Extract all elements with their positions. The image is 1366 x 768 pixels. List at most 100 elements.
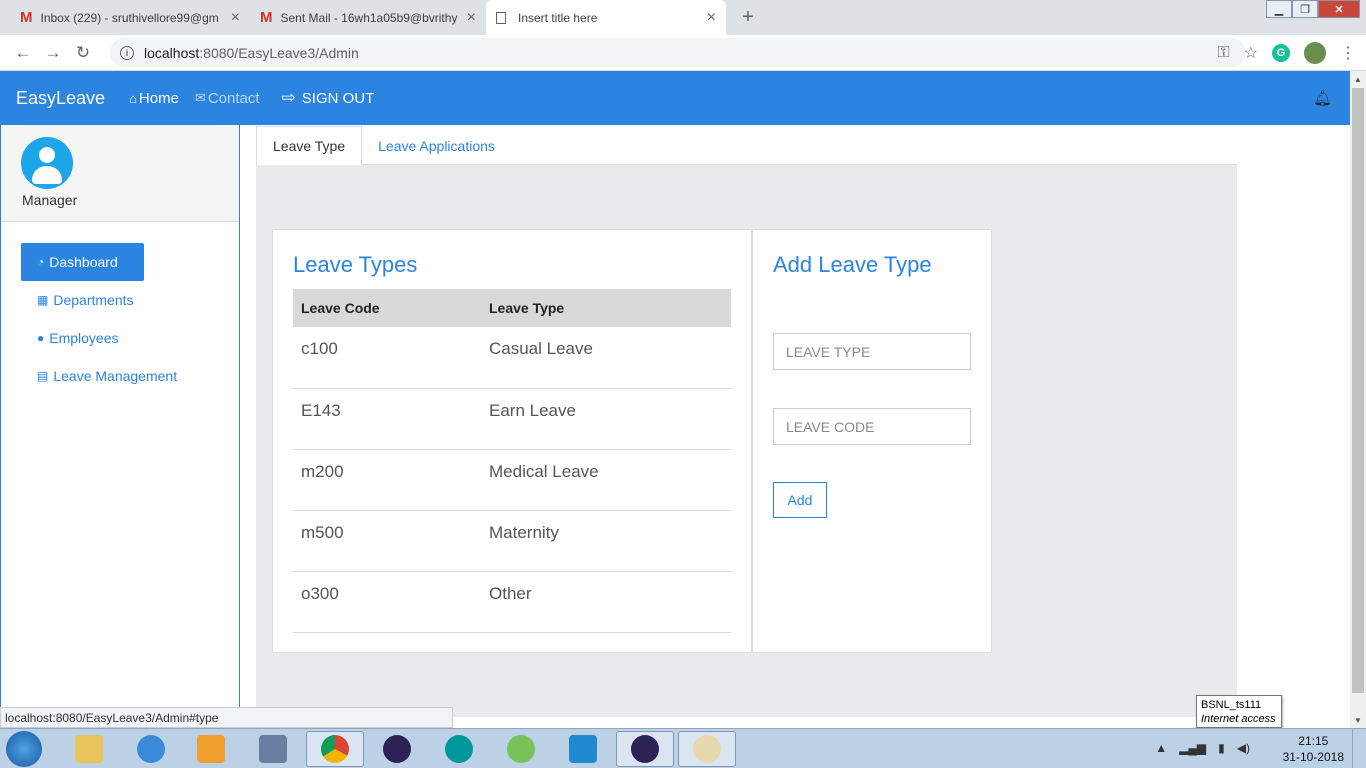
info-icon[interactable]: i (120, 45, 134, 60)
avatar-body (32, 166, 62, 184)
key-icon[interactable]: ⚿ (1217, 44, 1229, 62)
url-path: :8080/EasyLeave3/Admin (199, 44, 359, 61)
taskbar-paint[interactable] (678, 731, 736, 767)
taskbar-android-studio[interactable] (492, 731, 550, 767)
folder-icon (75, 735, 103, 763)
sidebar-item-leave-management[interactable]: ▤ Leave Management (21, 357, 193, 395)
leave-code-input[interactable] (773, 408, 971, 445)
nav-contact-label: Contact (207, 89, 260, 107)
add-button[interactable]: Add (773, 482, 827, 518)
nav-contact[interactable]: ✉ Contact (195, 90, 260, 107)
table-header-row: Leave Code Leave Type (293, 289, 731, 327)
back-icon[interactable]: ← (8, 43, 38, 63)
chrome-icon (321, 735, 349, 763)
sidebar-menu: ◔ Dashboard ▦ Departments ● Employees ▤ … (21, 243, 193, 395)
show-desktop-button[interactable] (1352, 729, 1366, 768)
leave-types-table: Leave Code Leave Type c100 Casual Leave … (293, 289, 731, 633)
taskbar-network[interactable] (244, 731, 302, 767)
taskbar-vscode[interactable] (554, 731, 612, 767)
forward-icon[interactable]: → (38, 43, 68, 63)
gmail-icon: M (260, 9, 273, 26)
browser-tab-sent[interactable]: M Sent Mail - 16wh1a05b9@bvrithy × (250, 0, 486, 35)
column-header: Leave Type (481, 289, 731, 327)
app-navbar: EasyLeave ⌂ Home ✉ Contact ⇨ SIGN OUT 🔔︎ (0, 71, 1350, 125)
signal-icon[interactable]: ▂▄▆ (1179, 741, 1206, 755)
maximize-button[interactable]: ❐ (1292, 0, 1318, 18)
reload-icon[interactable]: ↻ (68, 43, 98, 63)
leave-type-input[interactable] (773, 333, 971, 370)
leave-type-cell: Maternity (481, 510, 731, 572)
home-icon: ⌂ (129, 90, 137, 106)
close-icon[interactable]: × (707, 9, 716, 27)
add-leave-type-title: Add Leave Type (773, 252, 932, 277)
sidebar: Manager ◔ Dashboard ▦ Departments ● Empl… (0, 125, 240, 710)
url-host: localhost (144, 44, 200, 61)
sidebar-item-departments[interactable]: ▦ Departments (21, 281, 193, 319)
browser-tab-current[interactable]: Insert title here × (486, 0, 726, 35)
sidebar-item-dashboard[interactable]: ◔ Dashboard (21, 243, 144, 281)
page-scrollbar[interactable]: ▲ ▼ (1350, 71, 1366, 728)
user-icon: ● (37, 331, 45, 345)
nav-signout[interactable]: ⇨ SIGN OUT (282, 88, 375, 108)
tab-title: Inbox (229) - sruthivellore99@gm (40, 10, 219, 25)
sidebar-item-label: Leave Management (53, 368, 178, 384)
page-icon (496, 11, 506, 24)
leave-code-cell: E143 (293, 388, 481, 450)
taskbar-explorer[interactable] (60, 731, 118, 767)
profile-avatar[interactable] (1304, 42, 1326, 64)
new-tab-button[interactable]: + (734, 4, 762, 30)
nav-home[interactable]: ⌂ Home (129, 90, 179, 107)
address-bar[interactable]: i localhost:8080/EasyLeave3/Admin (110, 38, 1246, 67)
clock-time: 21:15 (1298, 734, 1329, 748)
brand[interactable]: EasyLeave (16, 88, 105, 109)
avatar (21, 137, 73, 189)
scroll-down-icon[interactable]: ▼ (1350, 712, 1366, 728)
leave-code-cell: c100 (293, 327, 481, 389)
table-row: m500 Maternity (293, 510, 731, 572)
leave-code-cell: m500 (293, 510, 481, 572)
taskbar-media[interactable] (182, 731, 240, 767)
leave-type-cell: Casual Leave (481, 327, 731, 389)
clock[interactable]: 21:15 31-10-2018 (1283, 733, 1344, 765)
taskbar-eclipse-2[interactable] (616, 731, 674, 767)
profile-panel: Manager (1, 125, 239, 222)
window-close-button[interactable]: ✕ (1318, 0, 1360, 18)
scrollbar-thumb[interactable] (1352, 88, 1364, 693)
battery-icon[interactable]: ▮ (1218, 741, 1225, 755)
sidebar-item-label: Departments (53, 292, 134, 308)
grid-icon: ▦ (37, 293, 49, 307)
nav-signout-label: SIGN OUT (301, 89, 375, 107)
calendar-icon: ▤ (37, 369, 49, 383)
gmail-icon: M (20, 9, 33, 26)
taskbar-chrome[interactable] (306, 731, 364, 767)
menu-icon[interactable]: ⋮ (1340, 43, 1356, 63)
eclipse-icon (383, 735, 411, 763)
volume-icon[interactable]: ◀) (1237, 741, 1250, 755)
tab-leave-type[interactable]: Leave Type (256, 126, 363, 166)
grammarly-icon[interactable]: G (1272, 44, 1290, 62)
minimize-button[interactable]: ▁ (1266, 0, 1292, 18)
close-icon[interactable]: × (231, 9, 240, 27)
tray-expand-icon[interactable]: ▲ (1155, 741, 1167, 755)
table-row: m200 Medical Leave (293, 449, 731, 511)
browser-tab-inbox[interactable]: M Inbox (229) - sruthivellore99@gm × (10, 0, 250, 35)
arduino-icon (445, 735, 473, 763)
sidebar-item-employees[interactable]: ● Employees (21, 319, 193, 357)
table-row: E143 Earn Leave (293, 388, 731, 450)
close-icon[interactable]: × (467, 9, 476, 27)
network-app-icon (259, 735, 287, 763)
leave-type-cell: Medical Leave (481, 449, 731, 511)
tab-leave-applications[interactable]: Leave Applications (362, 126, 511, 165)
taskbar-arduino[interactable] (430, 731, 488, 767)
paint-icon (693, 735, 721, 763)
column-header: Leave Code (293, 289, 481, 327)
star-icon[interactable]: ☆ (1244, 43, 1258, 63)
taskbar-ie[interactable] (122, 731, 180, 767)
add-leave-type-card: Add Leave Type Add (752, 229, 992, 653)
leave-code-cell: m200 (293, 449, 481, 511)
bell-icon[interactable]: 🔔︎ (1313, 89, 1332, 107)
dashboard-icon: ◔ (37, 255, 45, 269)
scroll-up-icon[interactable]: ▲ (1350, 71, 1366, 87)
start-button[interactable] (6, 731, 42, 767)
taskbar-eclipse[interactable] (368, 731, 426, 767)
